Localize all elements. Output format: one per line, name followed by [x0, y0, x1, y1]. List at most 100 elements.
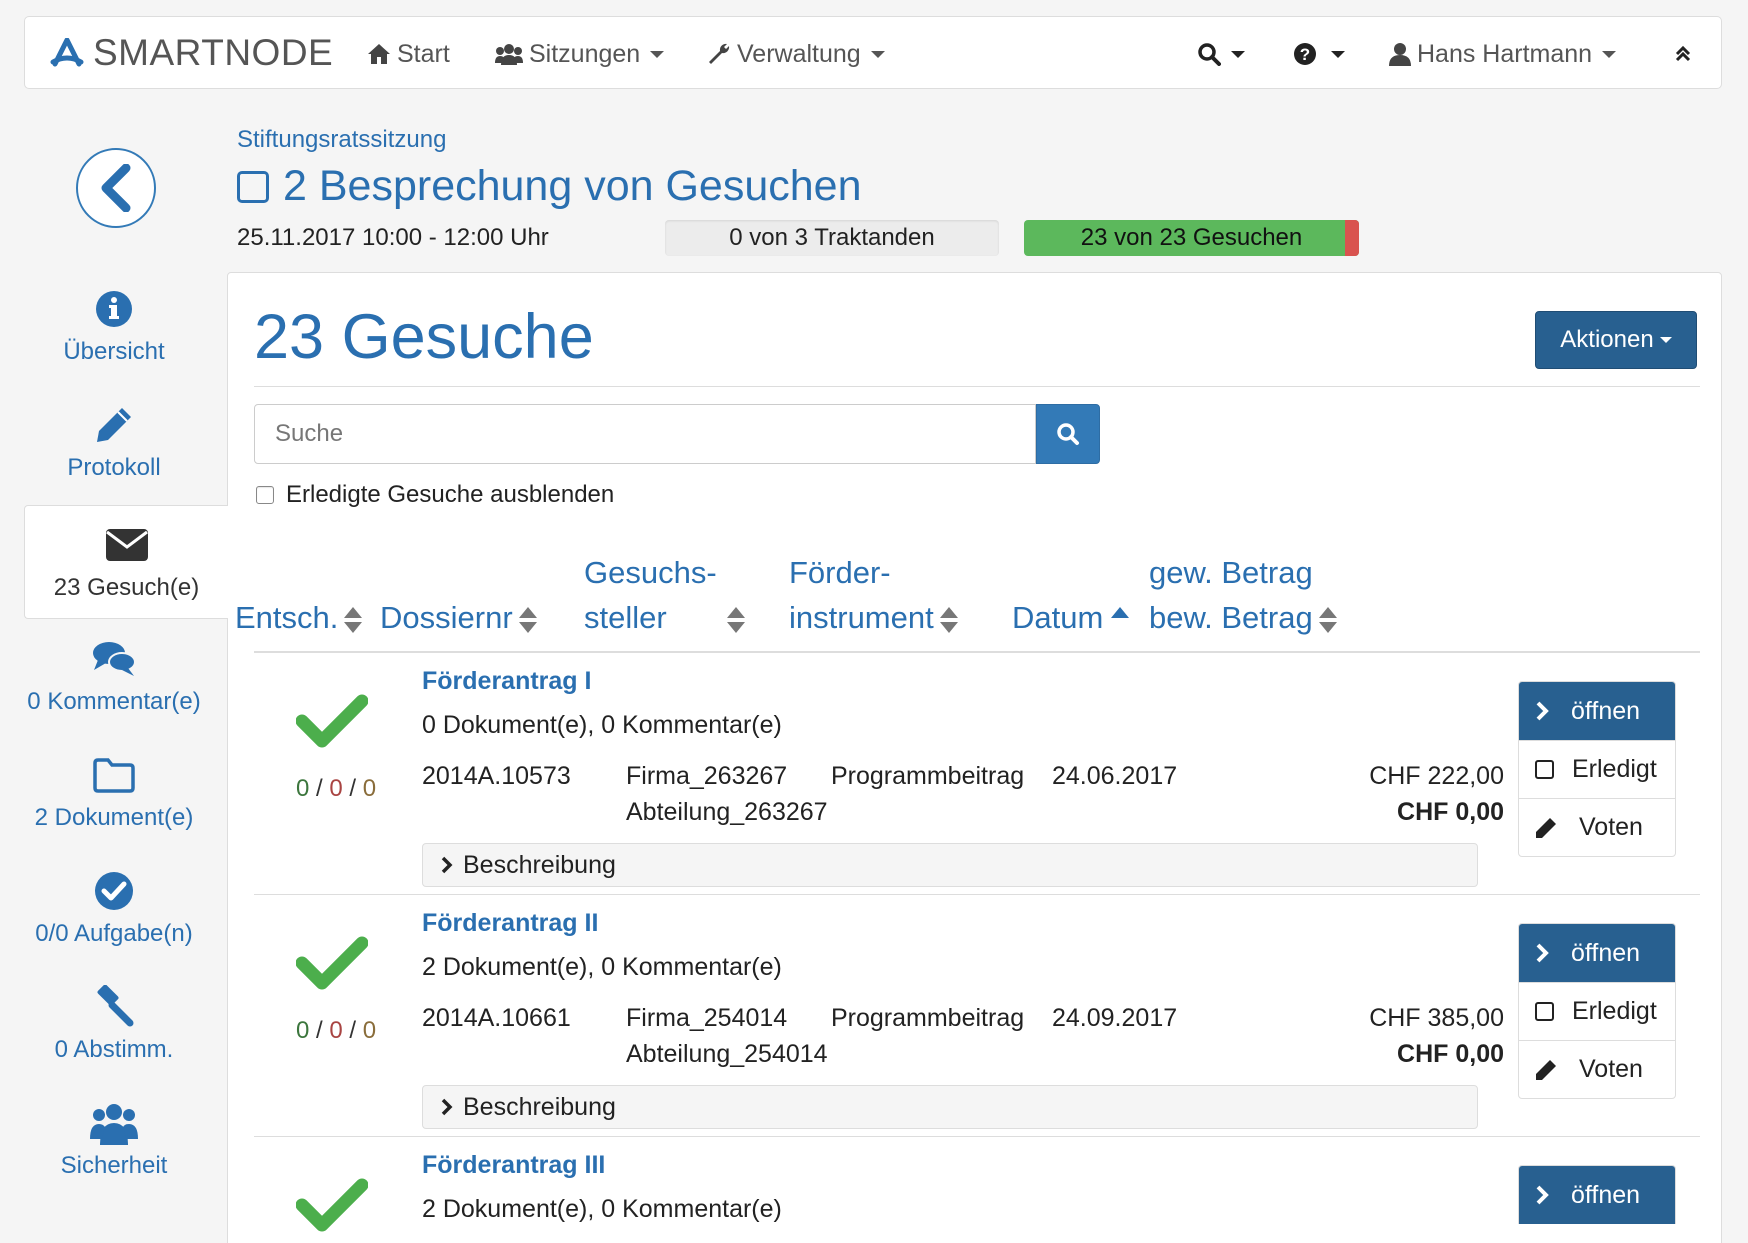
sidebar-item-security[interactable]: Sicherheit: [0, 1100, 228, 1180]
table-row: 0 / 0 / 0 Förderantrag II 2 Dokument(e),…: [254, 895, 1700, 1137]
sort-icon: [1318, 606, 1337, 633]
actions-button-label: Aktionen: [1560, 326, 1654, 353]
checkbox-outline-icon: [237, 170, 269, 203]
mark-done-label: Erledigt: [1572, 997, 1657, 1025]
sidebar-item-documents[interactable]: 2 Dokument(e): [0, 752, 228, 832]
column-header-applicant[interactable]: Gesuchs- steller: [584, 550, 745, 640]
vote-button[interactable]: Voten: [1519, 798, 1675, 856]
nav-sessions[interactable]: Sitzungen: [495, 37, 665, 71]
open-button[interactable]: öffnen: [1519, 924, 1675, 982]
row-actions: öffnen: [1518, 1165, 1676, 1224]
chevron-right-icon: [1536, 943, 1549, 963]
smartnode-logo-icon: [50, 38, 84, 67]
envelope-icon: [105, 529, 148, 561]
column-header-dossier[interactable]: Dossiernr: [380, 595, 537, 640]
vote-button[interactable]: Voten: [1519, 1040, 1675, 1098]
checkbox-outline-icon: [1535, 1002, 1554, 1021]
sort-icon: [939, 606, 958, 633]
svg-text:?: ?: [1300, 45, 1310, 64]
column-header-label: Entsch.: [235, 600, 339, 635]
sidebar-item-label: Protokoll: [67, 454, 161, 481]
description-label: Beschreibung: [463, 1092, 616, 1121]
applicant-department: Abteilung_254014: [626, 1040, 828, 1068]
checkbox-outline-icon: [1535, 760, 1554, 779]
nav-help[interactable]: ?: [1293, 37, 1345, 71]
sidebar-item-protocol[interactable]: Protokoll: [0, 402, 228, 482]
applicant-firm: Firma_263267: [626, 762, 788, 790]
vote-label: Voten: [1579, 813, 1643, 841]
sidebar-item-comments[interactable]: 0 Kommentar(e): [0, 636, 228, 716]
column-header-decision[interactable]: Entsch.: [235, 595, 363, 640]
group-icon: [495, 44, 523, 65]
vote-count-no: 0: [329, 1017, 343, 1044]
sidebar-item-label: Sicherheit: [60, 1152, 168, 1179]
mark-done-button[interactable]: Erledigt: [1519, 982, 1675, 1040]
sidebar-item-votes[interactable]: 0 Abstimm.: [0, 984, 228, 1064]
vote-count-yes: 0: [295, 1017, 310, 1044]
description-toggle[interactable]: Beschreibung: [422, 1085, 1478, 1129]
check-icon: [296, 1178, 368, 1232]
double-chevron-up-icon: [1675, 45, 1691, 62]
nav-user[interactable]: Hans Hartmann: [1389, 37, 1617, 71]
nav-user-label: Hans Hartmann: [1417, 39, 1593, 68]
search-group: [254, 404, 1100, 464]
nav-admin[interactable]: Verwaltung: [707, 37, 885, 71]
progress-gesuche-remainder: [1345, 220, 1359, 256]
hide-done-checkbox[interactable]: [256, 486, 274, 504]
vote-count-no: 0: [329, 775, 343, 802]
back-button[interactable]: [76, 148, 156, 228]
search-icon: [1057, 423, 1079, 445]
request-title-link[interactable]: Förderantrag I: [422, 667, 591, 696]
page-title-text: 2 Besprechung von Gesuchen: [283, 162, 862, 210]
nav-sessions-label: Sitzungen: [529, 39, 641, 68]
info-icon: [96, 291, 132, 327]
breadcrumb[interactable]: Stiftungsratssitzung: [237, 126, 446, 154]
requested-amount: CHF 222,00: [1369, 762, 1504, 790]
nav-admin-label: Verwaltung: [737, 39, 861, 68]
request-meta: 2 Dokument(e), 0 Kommentar(e): [422, 953, 782, 981]
search-input[interactable]: [254, 404, 1036, 464]
chevron-down-icon: [1602, 50, 1617, 58]
progress-gesuche: 23 von 23 Gesuchen: [1024, 220, 1359, 256]
table-row: 0 / 0 / 0 Förderantrag I 0 Dokument(e), …: [254, 653, 1700, 895]
mark-done-button[interactable]: Erledigt: [1519, 740, 1675, 798]
request-title-link[interactable]: Förderantrag III: [422, 1151, 605, 1180]
open-button[interactable]: öffnen: [1519, 1166, 1675, 1224]
open-button[interactable]: öffnen: [1519, 682, 1675, 740]
description-toggle[interactable]: Beschreibung: [422, 843, 1478, 887]
check-icon: [296, 936, 368, 990]
top-navbar: SMARTNODE Start Sitzungen Verwaltung ? H…: [24, 16, 1722, 89]
request-meta: 2 Dokument(e), 0 Kommentar(e): [422, 1195, 782, 1223]
pencil-icon: [1536, 817, 1556, 838]
column-header-instrument[interactable]: Förder- instrument: [789, 550, 958, 640]
help-icon: ?: [1294, 43, 1316, 65]
vote-counts: 0 / 0 / 0: [295, 775, 377, 802]
sidebar-item-overview[interactable]: Übersicht: [0, 286, 228, 366]
search-icon: [1198, 43, 1221, 66]
session-datetime: 25.11.2017 10:00 - 12:00 Uhr: [237, 224, 549, 251]
hide-done-toggle[interactable]: Erledigte Gesuche ausblenden: [256, 481, 614, 509]
sidebar-item-label: 0 Abstimm.: [54, 1036, 174, 1063]
page-title: 2 Besprechung von Gesuchen: [237, 162, 862, 211]
progress-traktanden: 0 von 3 Traktanden: [665, 220, 999, 256]
column-header-amount[interactable]: gew. Betrag bew. Betrag: [1149, 550, 1337, 640]
request-title-link[interactable]: Förderantrag II: [422, 909, 598, 938]
applicant: Firma_263267 Abteilung_263267: [626, 758, 828, 830]
description-label: Beschreibung: [463, 850, 616, 879]
applicant-department: Abteilung_263267: [626, 798, 828, 826]
approved-amount: CHF 0,00: [1397, 1040, 1504, 1068]
actions-button[interactable]: Aktionen: [1535, 311, 1697, 369]
collapse-nav-button[interactable]: [1675, 37, 1697, 71]
brand-name: SMARTNODE: [93, 32, 334, 73]
nav-search[interactable]: [1197, 37, 1245, 71]
sidebar-item-tasks[interactable]: 0/0 Aufgabe(n): [0, 868, 228, 948]
brand-logo[interactable]: SMARTNODE: [49, 32, 334, 73]
nav-start[interactable]: Start: [367, 37, 450, 71]
sidebar-item-requests[interactable]: 23 Gesuch(e): [24, 505, 228, 619]
nav-start-label: Start: [397, 39, 450, 68]
chevron-right-icon: [1536, 1185, 1549, 1205]
applicant: Firma_254014 Abteilung_254014: [626, 1000, 828, 1072]
chevron-right-icon: [441, 1098, 453, 1116]
search-button[interactable]: [1036, 404, 1100, 464]
column-header-date[interactable]: Datum: [1012, 595, 1130, 640]
